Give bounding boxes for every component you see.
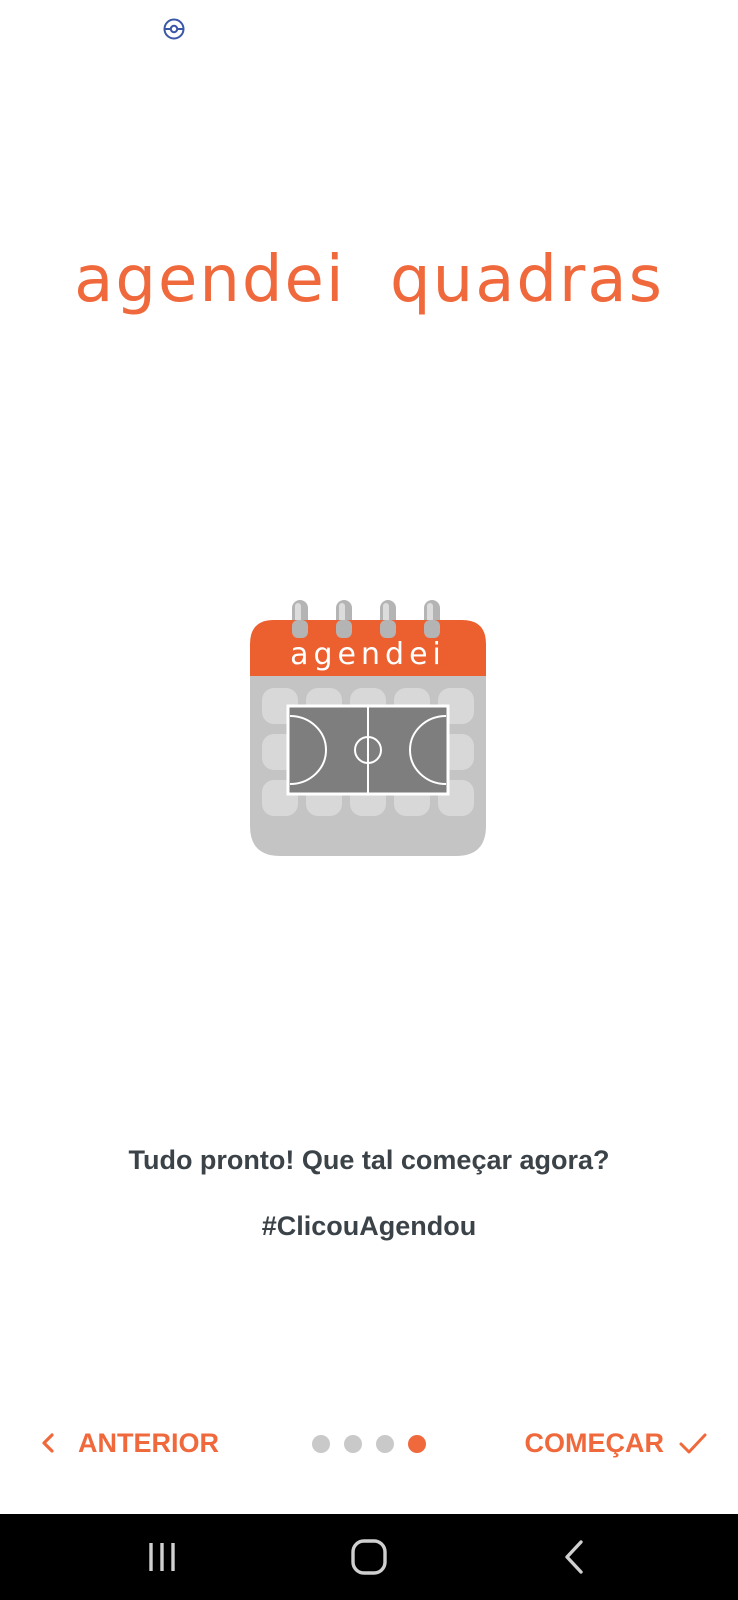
court-icon bbox=[286, 704, 450, 796]
previous-button-label: ANTERIOR bbox=[78, 1427, 219, 1458]
page-dot-active bbox=[408, 1435, 426, 1453]
start-button[interactable]: COMEÇAR bbox=[525, 1421, 709, 1465]
back-icon[interactable] bbox=[553, 1534, 599, 1580]
logo-label: agendei bbox=[290, 637, 446, 672]
page-dot bbox=[344, 1435, 362, 1453]
chevron-left-icon bbox=[42, 1433, 54, 1453]
previous-button[interactable]: ANTERIOR bbox=[38, 1421, 219, 1465]
recents-icon[interactable] bbox=[139, 1534, 185, 1580]
circle-status-icon bbox=[163, 18, 185, 40]
page-indicator bbox=[312, 1435, 426, 1453]
onboarding-screen: agendei quadras agendei Tudo pronto! Que… bbox=[0, 0, 738, 1600]
onboarding-navigation: ANTERIOR COMEÇAR bbox=[0, 1403, 738, 1483]
calendar-court-logo: agendei bbox=[250, 600, 486, 856]
check-icon bbox=[679, 1433, 707, 1454]
hashtag-text: #ClicouAgendou bbox=[261, 1211, 477, 1241]
page-dot bbox=[312, 1435, 330, 1453]
system-navigation-bar bbox=[0, 1514, 738, 1600]
app-brand-title: agendei quadras bbox=[74, 243, 664, 317]
ready-message: Tudo pronto! Que tal começar agora? bbox=[128, 1145, 610, 1175]
home-icon[interactable] bbox=[346, 1534, 392, 1580]
page-dot bbox=[376, 1435, 394, 1453]
start-button-label: COMEÇAR bbox=[524, 1427, 665, 1458]
